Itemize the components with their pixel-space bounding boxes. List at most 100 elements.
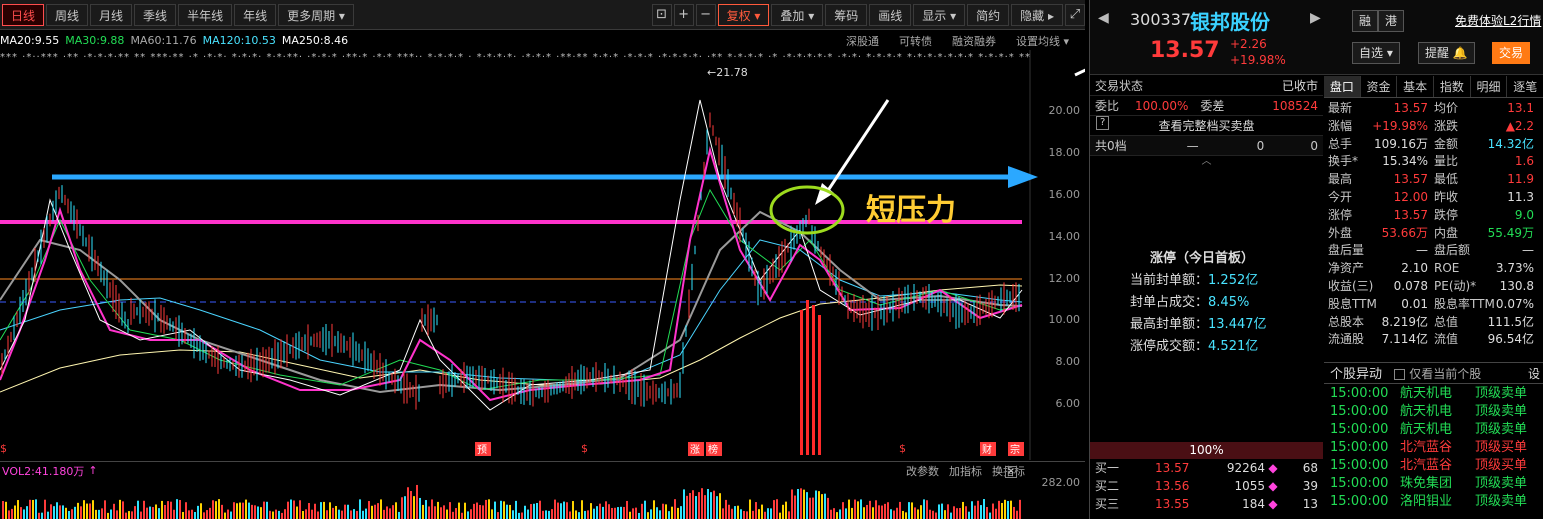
quote-row: 总手 109.16万 金额 14.32亿 xyxy=(1324,136,1543,154)
bid-count: 39 xyxy=(1302,479,1318,493)
annotation-text: 短压力 xyxy=(866,193,956,228)
limit-up-value: 1.252亿 xyxy=(1208,273,1259,288)
anomaly-time: 15:00:00 xyxy=(1330,494,1389,509)
full-book-row[interactable]: ? 查看完整档买卖盘 xyxy=(1090,116,1323,136)
quote-key: 总手 xyxy=(1328,136,1353,151)
arrow-up-icon: ↑ xyxy=(88,464,98,477)
quote-key: 量比 xyxy=(1434,154,1459,169)
anomaly-row[interactable]: 15:00:00 航天机电 顶级卖单 xyxy=(1324,403,1543,421)
limit-up-progress: 100% xyxy=(1090,442,1323,459)
limit-up-value: 4.521亿 xyxy=(1208,339,1259,354)
promo-link[interactable]: 免费体验L2行情 xyxy=(1455,12,1541,29)
candles xyxy=(1,112,1020,410)
margin-tag[interactable]: 融 xyxy=(1352,10,1379,32)
vol-link-1[interactable]: 加指标 xyxy=(949,465,982,478)
anomaly-time: 15:00:00 xyxy=(1330,404,1389,419)
prev-stock-icon[interactable]: ◀ xyxy=(1098,10,1109,26)
alert-button[interactable]: 提醒 🔔 xyxy=(1418,42,1475,64)
anomaly-time: 15:00:00 xyxy=(1330,422,1389,437)
next-stock-icon[interactable]: ▶ xyxy=(1310,10,1321,26)
anomaly-row[interactable]: 15:00:00 洛阳钼业 顶级卖单 xyxy=(1324,493,1543,511)
quote-key: PE(动)* xyxy=(1434,278,1477,293)
anomaly-stock: 珠免集团 xyxy=(1400,476,1453,491)
levels-b: 0 xyxy=(1310,139,1318,153)
quote-tab-1[interactable]: 资金 xyxy=(1361,76,1398,97)
resistance-ellipse xyxy=(769,185,845,235)
anomaly-settings[interactable]: 设 xyxy=(1528,363,1540,385)
bid-row[interactable]: 买三 13.55 184 ◆ 13 xyxy=(1090,495,1323,513)
marker-4[interactable]: 宗 xyxy=(1010,443,1020,456)
help-icon[interactable]: ? xyxy=(1096,116,1110,130)
kline-chart[interactable]: ←21.78 $ 预 $ 涨 榜 $ 财 宗 xyxy=(0,0,1085,519)
diamond-icon: ◆ xyxy=(1268,461,1278,475)
limit-up-row: 封单占成交：8.45% xyxy=(1130,292,1323,314)
quote-key: 涨停 xyxy=(1328,207,1353,222)
anomaly-row[interactable]: 15:00:00 珠免集团 顶级卖单 xyxy=(1324,475,1543,493)
quote-key: 股息TTM xyxy=(1328,296,1377,311)
vol-link-0[interactable]: 改参数 xyxy=(906,465,939,478)
quote-value: 1.6 xyxy=(1514,154,1534,169)
anomaly-stock: 洛阳钼业 xyxy=(1400,494,1453,509)
quote-key: 昨收 xyxy=(1434,189,1459,204)
bid-row[interactable]: 买一 13.57 92264 ◆ 68 xyxy=(1090,459,1323,477)
status-value: 已收市 xyxy=(1281,79,1318,93)
quote-tab-5[interactable]: 逐笔 xyxy=(1507,76,1543,97)
y-label: 18.00 xyxy=(1048,146,1081,159)
limit-up-value: 8.45% xyxy=(1208,295,1250,310)
quote-value: 0.01 xyxy=(1401,296,1428,311)
bid-volume: 92264 xyxy=(1226,461,1265,475)
anomaly-stock: 航天机电 xyxy=(1400,386,1453,401)
only-current-checkbox[interactable] xyxy=(1394,369,1406,380)
marker-0[interactable]: 预 xyxy=(477,444,487,456)
quote-row: 净资产 2.10 ROE 3.73% xyxy=(1324,260,1543,278)
trade-button[interactable]: 交易 xyxy=(1492,42,1531,64)
watchlist-button[interactable]: 自选 ▾ xyxy=(1352,42,1400,64)
weicha-label: 委差 xyxy=(1200,99,1225,113)
quote-value: 8.219亿 xyxy=(1381,314,1428,329)
marker-3[interactable]: 财 xyxy=(982,443,992,456)
anomaly-row[interactable]: 15:00:00 北汽蓝谷 顶级买单 xyxy=(1324,439,1543,457)
quote-table: 最新 13.57 均价 13.1 涨幅 +19.98% 涨跌 ▲2.2 总手 109.16万 金额 1… xyxy=(1324,100,1543,349)
quote-row: 外盘 53.66万 内盘 55.49万 xyxy=(1324,225,1543,243)
last-price: 13.57 xyxy=(1150,38,1220,63)
bell-icon: 🔔 xyxy=(1452,46,1468,60)
marker-2[interactable]: 榜 xyxy=(708,443,718,456)
quote-value: 11.3 xyxy=(1507,189,1534,204)
bid-row[interactable]: 买二 13.56 1055 ◆ 39 xyxy=(1090,477,1323,495)
quote-row: 收益(三) 0.078 PE(动)* 130.8 xyxy=(1324,278,1543,296)
diamond-icon: ◆ xyxy=(1268,497,1278,511)
anomaly-type: 顶级卖单 xyxy=(1475,494,1528,509)
quote-tab-3[interactable]: 指数 xyxy=(1434,76,1471,97)
collapse-icon[interactable]: ︿ xyxy=(1090,156,1323,170)
anomaly-row[interactable]: 15:00:00 航天机电 顶级卖单 xyxy=(1324,385,1543,403)
anomaly-type: 顶级卖单 xyxy=(1475,422,1528,437)
anomaly-row[interactable]: 15:00:00 北汽蓝谷 顶级买单 xyxy=(1324,457,1543,475)
hk-tag[interactable]: 港 xyxy=(1378,10,1405,32)
quote-value: 111.5亿 xyxy=(1487,314,1534,329)
quote-tab-4[interactable]: 明细 xyxy=(1471,76,1508,97)
quote-value: 13.57 xyxy=(1393,172,1428,187)
quote-row: 换手* 15.34% 量比 1.6 xyxy=(1324,153,1543,171)
limit-up-key: 涨停成交额： xyxy=(1130,339,1209,354)
limit-up-box: 涨停（今日首板） 当前封单额：1.252亿 封单占成交：8.45% 最高封单额：13… xyxy=(1090,248,1323,358)
quote-value: 0.078 xyxy=(1393,278,1428,293)
limit-up-row: 最高封单额：13.447亿 xyxy=(1130,314,1323,336)
quote-value: 11.9 xyxy=(1507,172,1534,187)
volume-bars xyxy=(2,484,1021,519)
quote-tab-0[interactable]: 盘口 xyxy=(1324,76,1361,97)
anomaly-stock: 北汽蓝谷 xyxy=(1400,440,1453,455)
status-label: 交易状态 xyxy=(1095,79,1144,93)
full-book-link[interactable]: 查看完整档买卖盘 xyxy=(1158,116,1254,135)
quote-tab-2[interactable]: 基本 xyxy=(1397,76,1435,97)
anomaly-row[interactable]: 15:00:00 航天机电 顶级卖单 xyxy=(1324,421,1543,439)
close-icon[interactable]: ✕ xyxy=(1005,466,1017,478)
quote-key: 最新 xyxy=(1328,101,1353,115)
quote-key: 净资产 xyxy=(1328,261,1365,276)
marker-1[interactable]: 涨 xyxy=(690,444,700,456)
change-value: +2.26 xyxy=(1230,37,1267,51)
limit-up-row: 当前封单额：1.252亿 xyxy=(1130,270,1323,292)
quote-key: 流通股 xyxy=(1328,332,1365,347)
quote-value: 2.10 xyxy=(1401,261,1428,276)
price-change: +2.26 +19.98% xyxy=(1230,36,1286,68)
weicha-value: 108524 xyxy=(1272,99,1318,113)
